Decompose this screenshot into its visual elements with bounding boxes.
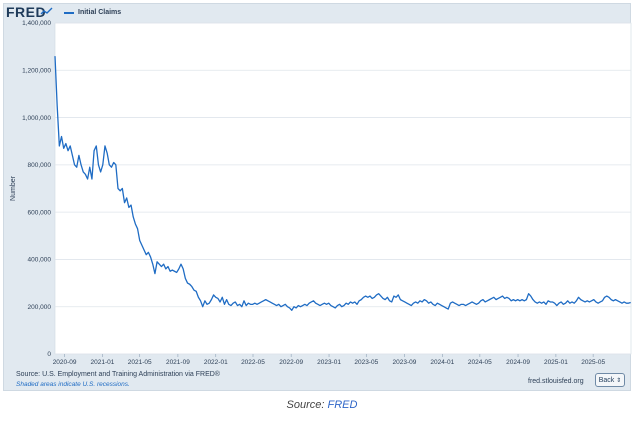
- y-tick-label: 1,000,000: [22, 115, 51, 122]
- x-tick-label: 2022-09: [279, 359, 303, 366]
- y-tick-label: 600,000: [28, 209, 52, 216]
- x-tick-label: 2023-09: [393, 359, 417, 366]
- y-tick-label: 1,400,000: [22, 20, 51, 27]
- source-text: Source: U.S. Employment and Training Adm…: [16, 371, 220, 378]
- plot-area: [54, 22, 632, 355]
- y-tick-label: 200,000: [28, 304, 52, 311]
- x-tick-label: 2024-01: [430, 359, 454, 366]
- unfold-arrows-icon: ⇕: [616, 377, 622, 384]
- x-tick-label: 2021-05: [128, 359, 152, 366]
- recession-note: Shaded areas indicate U.S. recessions.: [16, 381, 130, 388]
- y-axis-label: Number: [10, 175, 17, 201]
- y-tick-label: 0: [47, 351, 51, 358]
- x-tick-label: 2024-09: [506, 359, 530, 366]
- y-tick-label: 400,000: [28, 257, 52, 264]
- x-tick-label: 2023-01: [317, 359, 341, 366]
- caption-link[interactable]: FRED: [328, 399, 358, 411]
- figure-caption: Source: FRED: [0, 399, 644, 411]
- back-button[interactable]: Back ⇕: [595, 373, 625, 387]
- caption-prefix: Source:: [286, 399, 328, 411]
- x-tick-label: 2024-05: [468, 359, 492, 366]
- y-tick-label: 800,000: [28, 162, 52, 169]
- x-tick-label: 2025-05: [581, 359, 605, 366]
- chart-svg: 0 200,000 400,000 600,000 800,000 1,000,000 1,…: [10, 20, 632, 366]
- x-tick-label: 2022-05: [241, 359, 265, 366]
- y-tick-label: 1,200,000: [22, 67, 51, 74]
- site-url[interactable]: fred.stlouisfed.org: [528, 378, 584, 385]
- x-tick-label: 2021-01: [91, 359, 115, 366]
- x-tick-label: 2022-01: [204, 359, 228, 366]
- x-tick-label: 2023-05: [354, 359, 378, 366]
- back-label: Back: [598, 376, 615, 384]
- x-tick-label: 2020-09: [53, 359, 77, 366]
- x-tick-label: 2025-01: [544, 359, 568, 366]
- x-tick-label: 2021-09: [166, 359, 190, 366]
